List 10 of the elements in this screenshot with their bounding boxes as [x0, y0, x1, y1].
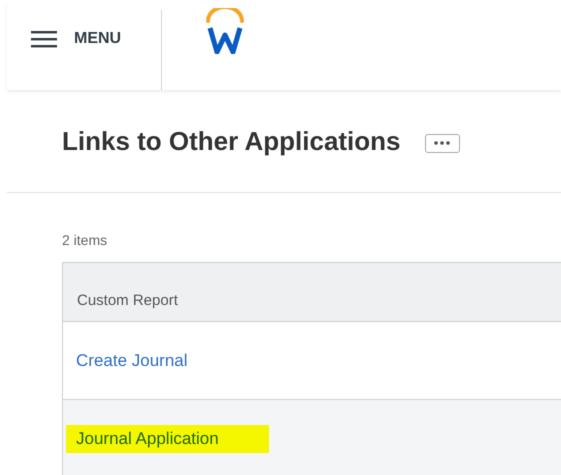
more-button[interactable]	[424, 134, 460, 152]
highlighted-link[interactable]: Journal Application	[66, 424, 269, 452]
report-link[interactable]: Create Journal	[76, 350, 188, 370]
menu-button[interactable]: MENU	[7, 25, 122, 65]
column-header: Custom Report	[63, 263, 561, 322]
item-count: 2 items	[62, 232, 108, 250]
menu-icon	[31, 30, 57, 48]
ellipsis-icon	[433, 141, 452, 145]
logo-icon[interactable]	[205, 8, 246, 54]
page-title: Links to Other Applications	[62, 126, 401, 156]
